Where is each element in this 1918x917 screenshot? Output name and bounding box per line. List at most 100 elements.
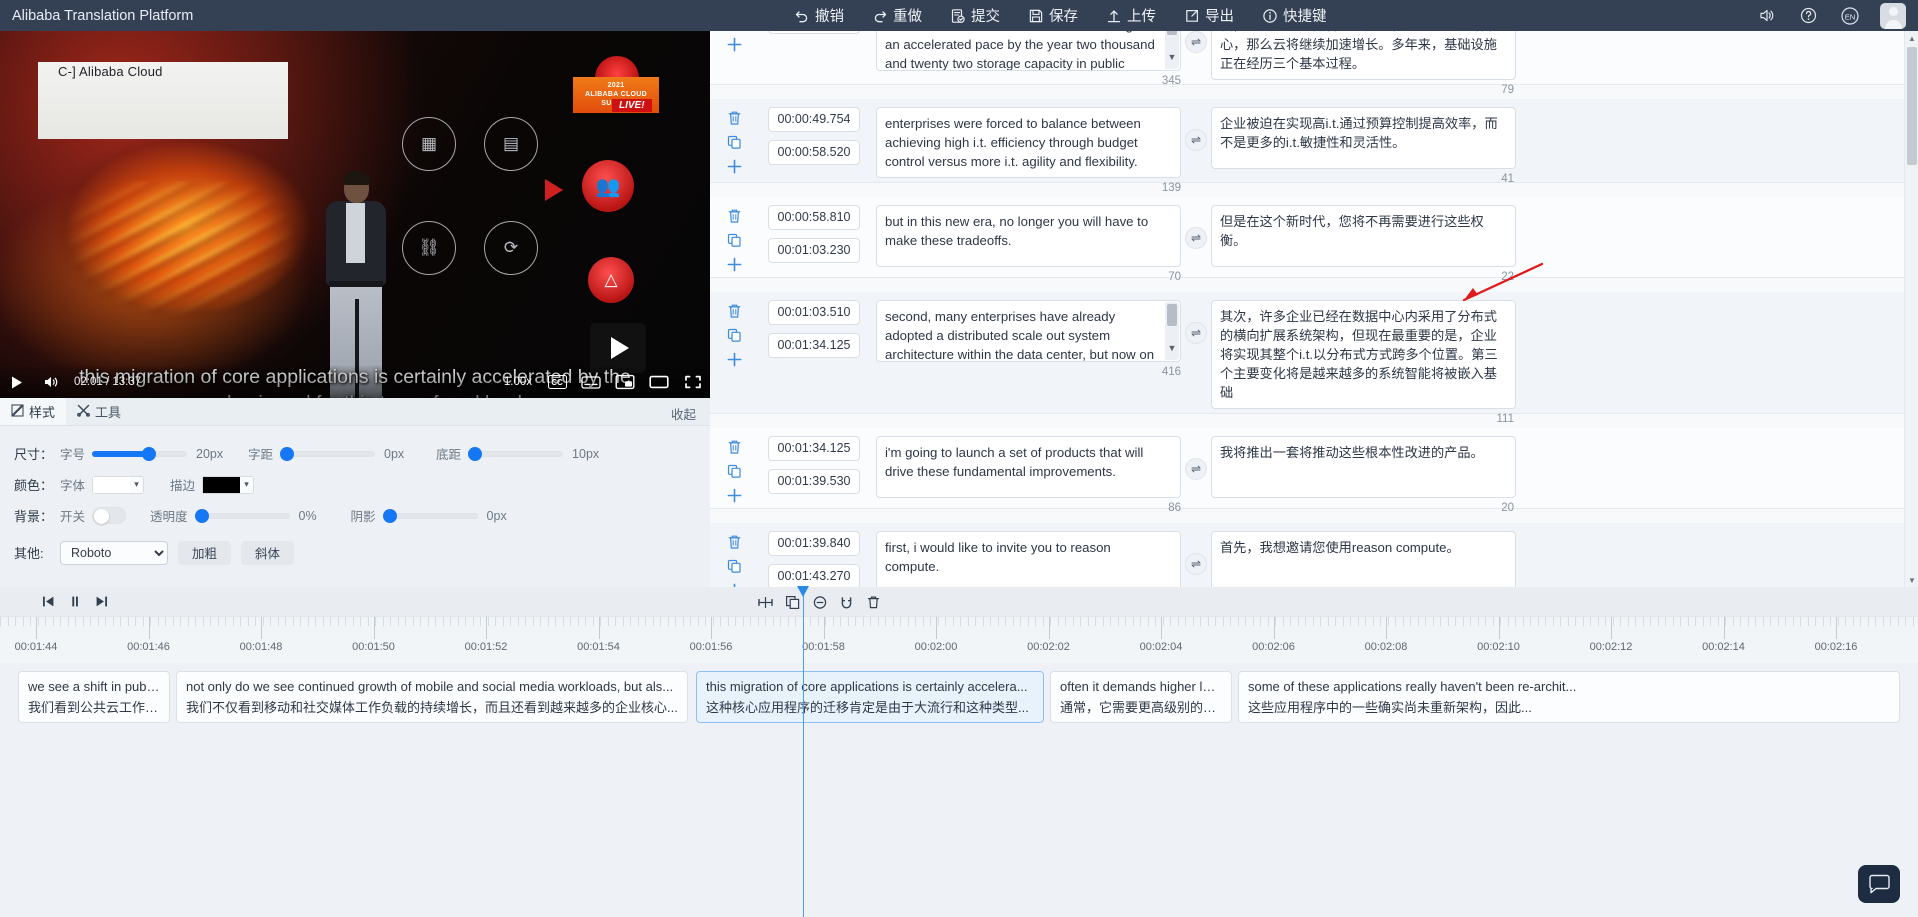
start-time-input[interactable]: 00:01:34.125 bbox=[768, 436, 860, 461]
upload-button[interactable]: 上传 bbox=[1092, 0, 1170, 31]
end-time-input[interactable]: 00:01:03.230 bbox=[768, 238, 860, 263]
add-icon[interactable] bbox=[725, 486, 743, 504]
subtitle-row[interactable]: 00:01:34.125 00:01:39.530 i'm going to lau… bbox=[710, 428, 1904, 514]
end-time-input[interactable]: 00:01:34.125 bbox=[768, 333, 860, 358]
swap-icon[interactable]: ⇌ bbox=[1185, 553, 1207, 575]
opacity-slider[interactable] bbox=[194, 508, 290, 523]
add-icon[interactable] bbox=[725, 350, 743, 368]
save-button[interactable]: 保存 bbox=[1014, 0, 1092, 31]
copy-icon[interactable] bbox=[725, 557, 743, 575]
source-text-scrollbar[interactable]: ▼ bbox=[1165, 31, 1179, 69]
add-icon[interactable] bbox=[725, 255, 743, 273]
play-icon[interactable] bbox=[0, 366, 34, 398]
subtitle-target-text[interactable]: 我将推出一套将推动这些根本性改进的产品。 bbox=[1211, 436, 1516, 498]
skip-end-icon[interactable] bbox=[88, 587, 115, 617]
delete-icon[interactable] bbox=[725, 438, 743, 456]
add-icon[interactable] bbox=[725, 157, 743, 175]
timeline-clip[interactable]: some of these applications really haven'… bbox=[1238, 671, 1900, 723]
scroll-up-arrow[interactable]: ▲ bbox=[1905, 31, 1918, 45]
timeline-clips[interactable]: we see a shift in publi... 我们看到公共云工作负... n… bbox=[0, 663, 1918, 917]
delete-icon[interactable] bbox=[725, 302, 743, 320]
playback-rate-button[interactable]: 1.00x bbox=[496, 376, 540, 388]
subtitle-target-text[interactable]: 企业被迫在实现高i.t.通过预算控制提高效率，而不是更多的i.t.敏捷性和灵活性… bbox=[1211, 107, 1516, 169]
end-time-input[interactable]: 00:00:49.754 bbox=[768, 31, 860, 34]
copy-icon[interactable] bbox=[725, 326, 743, 344]
copy-icon[interactable] bbox=[725, 133, 743, 151]
subtitle-row[interactable]: 00:00:49.754 00:00:58.520 enterprises were… bbox=[710, 99, 1904, 194]
shortcuts-button[interactable]: 快捷键 bbox=[1248, 0, 1341, 31]
scroll-down-arrow[interactable]: ▼ bbox=[1905, 573, 1918, 587]
timeline-ruler[interactable]: 00:01:44 00:01:46 00:01:48 00:01:50 00:01:52… bbox=[0, 617, 1918, 663]
subtitle-row[interactable]: 00:00:58.810 00:01:03.230 but in this new … bbox=[710, 197, 1904, 283]
video-player[interactable]: C-] Alibaba Cloud ▦ ▤ ⛓ ⟳ 👥 △ 2021 ALIBA… bbox=[0, 31, 710, 398]
background-toggle[interactable] bbox=[92, 507, 127, 524]
font-color-picker[interactable]: ▾ bbox=[92, 475, 145, 494]
subtitle-target-text[interactable]: 首先，我想邀请您使用reason compute。 bbox=[1211, 531, 1516, 587]
subtitle-source-text[interactable]: but in this new era, no longer you will … bbox=[876, 205, 1181, 267]
scrollbar-thumb[interactable] bbox=[1907, 47, 1917, 165]
subtitle-row[interactable]: 00:00:49.754 traditional i.t. and a cloud… bbox=[710, 31, 1904, 96]
chat-button[interactable] bbox=[1858, 865, 1900, 903]
delete-icon[interactable] bbox=[725, 109, 743, 127]
subtitle-target-text[interactable]: 但是在这个新时代，您将不再需要进行这些权衡。 bbox=[1211, 205, 1516, 267]
volume-icon[interactable] bbox=[34, 366, 68, 398]
subtitle-source-text[interactable]: first, i would like to invite you to rea… bbox=[876, 531, 1181, 587]
collapse-button[interactable]: 收起 bbox=[671, 404, 696, 423]
export-button[interactable]: 导出 bbox=[1170, 0, 1248, 31]
bold-button[interactable]: 加粗 bbox=[178, 540, 232, 565]
copy-icon[interactable] bbox=[725, 231, 743, 249]
start-time-input[interactable]: 00:00:49.754 bbox=[768, 107, 860, 132]
start-time-input[interactable]: 00:01:03.510 bbox=[768, 300, 860, 325]
source-scroll-thumb[interactable] bbox=[1167, 31, 1177, 35]
subtitle-target-text[interactable]: 其次，许多企业已经在数据中心内采用了分布式的横向扩展系统架构，但现在最重要的是，… bbox=[1211, 300, 1516, 409]
stroke-color-picker[interactable]: ▾ bbox=[202, 475, 255, 494]
source-scroll-thumb[interactable] bbox=[1167, 304, 1177, 326]
pip-icon[interactable] bbox=[608, 366, 642, 398]
avatar[interactable] bbox=[1880, 2, 1906, 29]
delete-icon[interactable] bbox=[725, 207, 743, 225]
subtitle-source-text[interactable]: enterprises were forced to balance betwe… bbox=[876, 107, 1181, 178]
subtitle-target-text[interactable]: 代，公共云的存储容量将超过传统的企业数据中心，那么云将继续加速增长。多年来，基础… bbox=[1211, 31, 1516, 80]
bottom-margin-slider[interactable] bbox=[468, 446, 564, 461]
minus-circle-icon[interactable] bbox=[806, 587, 833, 617]
italic-button[interactable]: 斜体 bbox=[241, 540, 295, 565]
captions-icon[interactable]: CC bbox=[540, 366, 574, 398]
subtitle-source-text[interactable]: i'm going to launch a set of products th… bbox=[876, 436, 1181, 498]
end-time-input[interactable]: 00:01:39.530 bbox=[768, 469, 860, 494]
skip-start-icon[interactable] bbox=[34, 587, 61, 617]
subtitle-source-text[interactable]: traditional i.t. and a cloud will contin… bbox=[876, 31, 1181, 71]
timeline-clip[interactable]: not only do we see continued growth of m… bbox=[176, 671, 688, 723]
letter-spacing-slider[interactable] bbox=[280, 446, 376, 461]
theater-icon[interactable] bbox=[642, 366, 676, 398]
subtitle-list-scrollbar[interactable]: ▲ ▼ bbox=[1904, 31, 1918, 587]
delete-icon[interactable] bbox=[725, 533, 743, 551]
move-icon[interactable] bbox=[752, 587, 779, 617]
source-text-scrollbar[interactable]: ▼ bbox=[1165, 302, 1179, 360]
swap-icon[interactable]: ⇌ bbox=[1185, 227, 1207, 249]
start-time-input[interactable]: 00:01:39.840 bbox=[768, 531, 860, 556]
tab-tools[interactable]: 工具 bbox=[66, 398, 132, 425]
magnet-icon[interactable] bbox=[833, 587, 860, 617]
end-time-input[interactable]: 00:00:58.520 bbox=[768, 140, 860, 165]
source-scroll-down-arrow[interactable]: ▼ bbox=[1165, 339, 1179, 358]
swap-icon[interactable]: ⇌ bbox=[1185, 322, 1207, 344]
timeline-clip[interactable]: often it demands higher lev... 通常，它需要更高级别… bbox=[1050, 671, 1232, 723]
subtitle-row[interactable]: 00:01:03.510 00:01:34.125 second, many ent… bbox=[710, 292, 1904, 425]
redo-button[interactable]: 重做 bbox=[858, 0, 936, 31]
timeline-clip[interactable]: this migration of core applications is c… bbox=[696, 671, 1044, 723]
timeline-playhead[interactable] bbox=[797, 586, 809, 917]
tab-style[interactable]: 样式 bbox=[0, 398, 67, 425]
swap-icon[interactable]: ⇌ bbox=[1185, 458, 1207, 480]
font-size-slider[interactable] bbox=[92, 446, 188, 461]
timeline-clip[interactable]: we see a shift in publi... 我们看到公共云工作负... bbox=[18, 671, 170, 723]
swap-icon[interactable]: ⇌ bbox=[1185, 129, 1207, 151]
start-time-input[interactable]: 00:00:58.810 bbox=[768, 205, 860, 230]
subtitle-row[interactable]: 00:01:39.840 00:01:43.270 first, i would l… bbox=[710, 523, 1904, 587]
font-family-select[interactable]: Roboto bbox=[60, 540, 168, 565]
fullscreen-icon[interactable] bbox=[676, 366, 710, 398]
delete-icon[interactable] bbox=[860, 587, 887, 617]
source-scroll-down-arrow[interactable]: ▼ bbox=[1165, 48, 1179, 67]
pause-icon[interactable] bbox=[61, 587, 88, 617]
submit-button[interactable]: 提交 bbox=[936, 0, 1014, 31]
add-icon[interactable] bbox=[725, 35, 743, 53]
